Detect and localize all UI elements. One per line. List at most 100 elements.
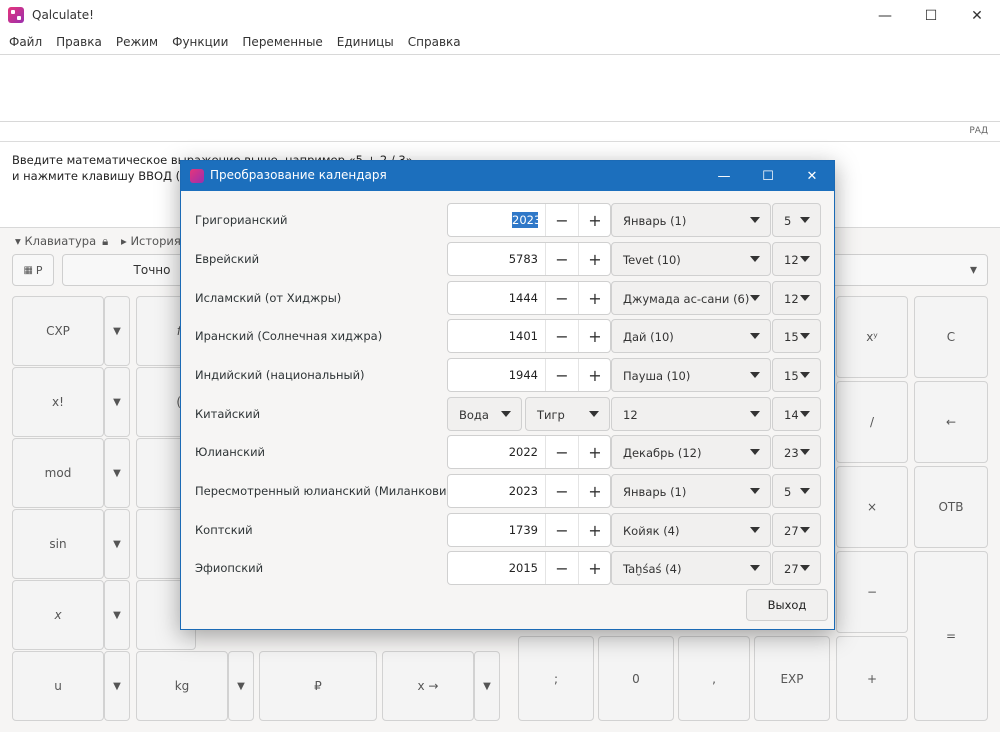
key-comma[interactable]: , bbox=[678, 636, 750, 721]
key-mod-menu[interactable]: ▼ bbox=[104, 438, 130, 508]
animal-combo[interactable]: Тигр bbox=[525, 397, 610, 431]
key-exp[interactable]: EXP bbox=[754, 636, 830, 721]
menu-variables[interactable]: Переменные bbox=[235, 32, 329, 54]
key-unit-u[interactable]: u bbox=[12, 651, 104, 721]
year-value[interactable]: 2023 bbox=[512, 212, 541, 228]
year-value[interactable]: 1444 bbox=[448, 291, 538, 305]
plus-icon[interactable]: + bbox=[578, 320, 611, 352]
key-store[interactable]: СХР bbox=[12, 296, 104, 366]
key-multiply[interactable]: × bbox=[836, 466, 908, 548]
key-backspace[interactable]: ← bbox=[914, 381, 988, 463]
minus-icon[interactable]: − bbox=[545, 475, 578, 507]
day-combo[interactable]: 15 bbox=[772, 319, 821, 353]
key-currency[interactable]: ₽ bbox=[259, 651, 377, 721]
month-combo[interactable]: Дай (10) bbox=[611, 319, 771, 353]
key-unit-kg-menu[interactable]: ▼ bbox=[228, 651, 254, 721]
month-combo[interactable]: Tevet (10) bbox=[611, 242, 771, 276]
year-value[interactable]: 2015 bbox=[448, 561, 538, 575]
year-value[interactable]: 2022 bbox=[448, 445, 538, 459]
month-combo[interactable]: Койяк (4) bbox=[611, 513, 771, 547]
angle-mode-label[interactable]: РАД bbox=[969, 126, 988, 136]
day-combo[interactable]: 15 bbox=[772, 358, 821, 392]
year-spinbutton[interactable]: 2015 − + bbox=[447, 551, 611, 585]
key-x-menu[interactable]: ▼ bbox=[104, 580, 130, 650]
day-combo[interactable]: 27 bbox=[772, 513, 821, 547]
key-plus[interactable]: + bbox=[836, 636, 908, 721]
day-combo[interactable]: 5 bbox=[772, 474, 821, 508]
unit-combo[interactable] bbox=[830, 254, 988, 286]
year-spinbutton[interactable]: 1944 − + bbox=[447, 358, 611, 392]
menu-functions[interactable]: Функции bbox=[165, 32, 235, 54]
menu-mode[interactable]: Режим bbox=[109, 32, 165, 54]
element-combo[interactable]: Вода bbox=[447, 397, 522, 431]
day-combo[interactable]: 23 bbox=[772, 435, 821, 469]
minus-icon[interactable]: − bbox=[545, 204, 578, 236]
key-factorial[interactable]: x! bbox=[12, 367, 104, 437]
key-power[interactable]: xʸ bbox=[836, 296, 908, 378]
menu-units[interactable]: Единицы bbox=[330, 32, 401, 54]
keyboard-panel-toggle[interactable]: ▾ Клавиатура 🔒︎ bbox=[15, 234, 108, 249]
menu-edit[interactable]: Правка bbox=[49, 32, 109, 54]
month-combo[interactable]: Пауша (10) bbox=[611, 358, 771, 392]
minus-icon[interactable]: − bbox=[545, 436, 578, 468]
year-spinbutton[interactable]: 1444 − + bbox=[447, 281, 611, 315]
key-convert[interactable]: x → bbox=[382, 651, 474, 721]
year-value[interactable]: 2023 bbox=[448, 484, 538, 498]
key-convert-menu[interactable]: ▼ bbox=[474, 651, 500, 721]
key-unit-kg[interactable]: kg bbox=[136, 651, 228, 721]
key-answer[interactable]: ОТВ bbox=[914, 466, 988, 548]
day-combo[interactable]: 5 bbox=[772, 203, 821, 237]
plus-icon[interactable]: + bbox=[578, 359, 611, 391]
month-combo[interactable]: 12 bbox=[611, 397, 771, 431]
day-combo[interactable]: 12 bbox=[772, 242, 821, 276]
key-factorial-menu[interactable]: ▼ bbox=[104, 367, 130, 437]
key-unit-u-menu[interactable]: ▼ bbox=[104, 651, 130, 721]
plus-icon[interactable]: + bbox=[578, 552, 611, 584]
dialog-close-button[interactable]: ✕ bbox=[790, 161, 834, 191]
year-value[interactable]: 1401 bbox=[448, 329, 538, 343]
month-combo[interactable]: Январь (1) bbox=[611, 203, 771, 237]
expression-input[interactable] bbox=[0, 54, 1000, 122]
keypad-menu-button[interactable]: ▦ P bbox=[12, 254, 54, 286]
key-sin-menu[interactable]: ▼ bbox=[104, 509, 130, 579]
minus-icon[interactable]: − bbox=[545, 552, 578, 584]
plus-icon[interactable]: + bbox=[578, 282, 611, 314]
year-spinbutton[interactable]: 2023 − + bbox=[447, 474, 611, 508]
key-x[interactable]: x bbox=[12, 580, 104, 650]
plus-icon[interactable]: + bbox=[578, 204, 611, 236]
minus-icon[interactable]: − bbox=[545, 320, 578, 352]
day-combo[interactable]: 14 bbox=[772, 397, 821, 431]
month-combo[interactable]: Декабрь (12) bbox=[611, 435, 771, 469]
minus-icon[interactable]: − bbox=[545, 359, 578, 391]
plus-icon[interactable]: + bbox=[578, 243, 611, 275]
key-clear[interactable]: C bbox=[914, 296, 988, 378]
month-combo[interactable]: Taḫśaś (4) bbox=[611, 551, 771, 585]
year-value[interactable]: 5783 bbox=[448, 252, 538, 266]
year-spinbutton[interactable]: 2023 − + bbox=[447, 203, 611, 237]
minus-icon[interactable]: − bbox=[545, 282, 578, 314]
minimize-button[interactable]: — bbox=[862, 0, 908, 32]
exit-button[interactable]: Выход bbox=[746, 589, 828, 621]
key-mod[interactable]: mod bbox=[12, 438, 104, 508]
key-sin[interactable]: sin bbox=[12, 509, 104, 579]
key-minus[interactable]: − bbox=[836, 551, 908, 633]
year-spinbutton[interactable]: 1739 − + bbox=[447, 513, 611, 547]
menu-file[interactable]: Файл bbox=[2, 32, 49, 54]
dialog-minimize-button[interactable]: — bbox=[702, 161, 746, 191]
month-combo[interactable]: Январь (1) bbox=[611, 474, 771, 508]
maximize-button[interactable]: ☐ bbox=[908, 0, 954, 32]
day-combo[interactable]: 12 bbox=[772, 281, 821, 315]
key-divide[interactable]: / bbox=[836, 381, 908, 463]
year-spinbutton[interactable]: 2022 − + bbox=[447, 435, 611, 469]
key-store-menu[interactable]: ▼ bbox=[104, 296, 130, 366]
key-zero[interactable]: 0 bbox=[598, 636, 674, 721]
year-value[interactable]: 1739 bbox=[448, 523, 538, 537]
year-spinbutton[interactable]: 5783 − + bbox=[447, 242, 611, 276]
minus-icon[interactable]: − bbox=[545, 514, 578, 546]
year-value[interactable]: 1944 bbox=[448, 368, 538, 382]
plus-icon[interactable]: + bbox=[578, 475, 611, 507]
close-button[interactable]: ✕ bbox=[954, 0, 1000, 32]
dialog-maximize-button[interactable]: ☐ bbox=[746, 161, 790, 191]
key-equals[interactable]: = bbox=[914, 551, 988, 721]
history-panel-toggle[interactable]: ▸ История bbox=[121, 234, 181, 248]
